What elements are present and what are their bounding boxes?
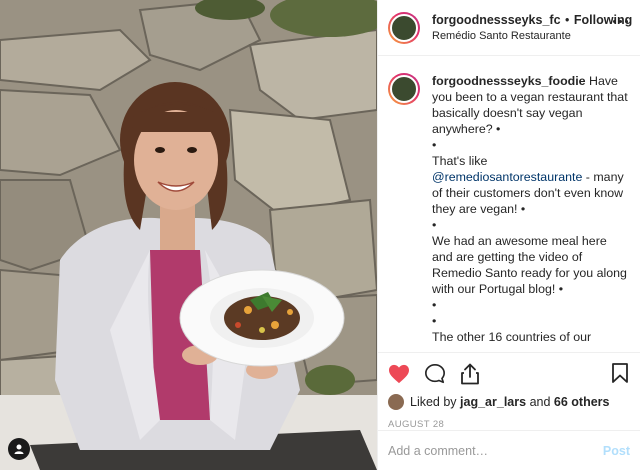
post-header: forgoodnessseyks_fc • Following Remédio … (378, 0, 640, 56)
caption-line: • (432, 218, 437, 232)
header-text: forgoodnessseyks_fc • Following Remédio … (432, 12, 632, 44)
likes-summary: Liked by jag_ar_lars and 66 others (388, 393, 630, 411)
caption-row: forgoodnessseyks_foodie Have you been to… (388, 73, 630, 347)
action-icons (388, 359, 630, 389)
comment-icon[interactable] (424, 363, 446, 385)
caption-line: • (432, 314, 437, 328)
location-link[interactable]: Remédio Santo Restaurante (432, 28, 632, 44)
caption-line: That's like (432, 154, 488, 168)
header-top-line: forgoodnessseyks_fc • Following (432, 12, 632, 28)
comment-box: Add a comment… Post (378, 430, 640, 470)
avatar-image (390, 13, 418, 42)
liker-avatar[interactable] (388, 394, 404, 410)
likes-prefix: Liked by (410, 395, 457, 409)
caption-text: forgoodnessseyks_foodie Have you been to… (432, 73, 628, 347)
post-actions: Liked by jag_ar_lars and 66 others AUGUS… (378, 352, 640, 430)
share-icon[interactable] (460, 363, 480, 385)
bookmark-icon[interactable] (612, 363, 628, 388)
caption-line: The other 16 countries of our vegan Voya… (432, 330, 620, 347)
caption-avatar[interactable] (388, 73, 420, 105)
caption-username[interactable]: forgoodnessseyks_foodie (432, 74, 586, 88)
likes-others-link[interactable]: 66 others (554, 395, 610, 409)
profile-avatar[interactable] (388, 11, 420, 44)
header-username[interactable]: forgoodnessseyks_fc (432, 13, 561, 27)
mention-link[interactable]: @remediosantorestaurante (432, 170, 582, 184)
post-date[interactable]: AUGUST 28 (388, 419, 630, 430)
heart-icon[interactable] (388, 364, 410, 384)
liker-username[interactable]: jag_ar_lars (460, 395, 526, 409)
header-separator: • (565, 12, 570, 27)
caption-line: • (432, 138, 437, 152)
post-comment-button[interactable]: Post (603, 444, 630, 458)
photo-illustration (0, 0, 377, 470)
comment-input[interactable]: Add a comment… (388, 444, 603, 458)
post-side-panel: forgoodnessseyks_fc • Following Remédio … (377, 0, 640, 470)
likes-connector: and (529, 395, 551, 409)
more-options-icon[interactable] (613, 20, 628, 23)
caption-line: • (432, 298, 437, 312)
person-tag-icon[interactable] (8, 438, 30, 460)
caption-line: We had an awesome meal here and are gett… (432, 234, 627, 296)
post-photo[interactable] (0, 0, 377, 470)
caption-area[interactable]: forgoodnessseyks_foodie Have you been to… (378, 57, 640, 347)
caption-avatar-image (390, 75, 418, 103)
